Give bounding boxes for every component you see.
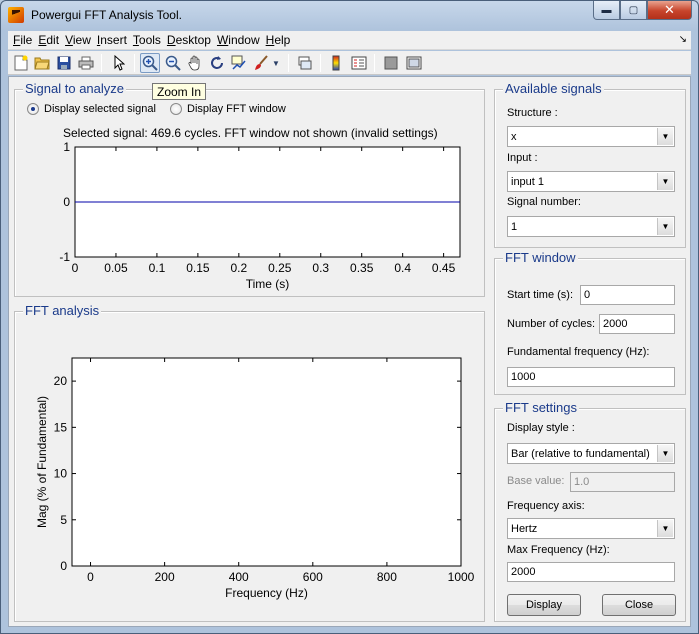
x-tick-label: 1000 xyxy=(448,570,475,584)
input-value: input 1 xyxy=(511,176,545,188)
plot-area xyxy=(71,357,462,567)
fft-window-panel: FFT window Start time (s): 0 Number of c… xyxy=(494,250,686,395)
new-file-icon[interactable] xyxy=(11,53,31,73)
window-title: Powergui FFT Analysis Tool. xyxy=(31,8,182,22)
toolbar: ▼ xyxy=(8,51,691,75)
x-tick-label: 600 xyxy=(303,570,323,584)
menu-edit[interactable]: Edit xyxy=(36,33,63,47)
signal-number-value: 1 xyxy=(511,221,518,233)
y-tick-label: 0 xyxy=(60,559,67,573)
maximize-button[interactable]: ▢ xyxy=(620,1,647,20)
display-style-value: Bar (relative to fundamental) xyxy=(511,448,650,460)
pointer-icon[interactable] xyxy=(109,53,129,73)
chevron-down-icon[interactable]: ▼ xyxy=(657,445,673,462)
x-tick-label: 400 xyxy=(229,570,249,584)
x-tick-label: 800 xyxy=(377,570,397,584)
zoom-in-icon[interactable] xyxy=(140,53,160,73)
menu-window[interactable]: Window xyxy=(215,33,264,47)
chevron-down-icon[interactable]: ▼ xyxy=(657,128,673,145)
input-label: Input : xyxy=(507,152,538,164)
x-axis-label: Frequency (Hz) xyxy=(225,586,308,600)
cycles-input[interactable]: 2000 xyxy=(599,314,675,334)
matlab-icon xyxy=(8,7,24,23)
title-bar[interactable]: Powergui FFT Analysis Tool. ▬ ▢ ✕ xyxy=(1,1,698,31)
menu-help[interactable]: Help xyxy=(264,33,295,47)
y-tick-label: 5 xyxy=(60,513,67,527)
display-style-label: Display style : xyxy=(507,422,575,434)
signal-number-select[interactable]: 1 ▼ xyxy=(507,216,675,237)
data-cursor-icon[interactable] xyxy=(229,53,249,73)
input-select[interactable]: input 1 ▼ xyxy=(507,171,675,192)
frequency-axis-label: Frequency axis: xyxy=(507,500,585,512)
max-frequency-input[interactable]: 2000 xyxy=(507,562,675,582)
app-window: Powergui FFT Analysis Tool. ▬ ▢ ✕ File E… xyxy=(0,0,699,634)
base-value-label: Base value: xyxy=(507,475,565,487)
rotate-icon[interactable] xyxy=(207,53,227,73)
menu-bar: File Edit View Insert Tools Desktop Wind… xyxy=(8,31,691,50)
frequency-axis-select[interactable]: Hertz ▼ xyxy=(507,518,675,539)
legend-icon[interactable] xyxy=(349,53,369,73)
menu-view[interactable]: View xyxy=(63,33,95,47)
y-axis-label: Mag (% of Fundamental) xyxy=(35,396,49,528)
print-icon[interactable] xyxy=(76,53,96,73)
menu-file[interactable]: File xyxy=(11,33,36,47)
brush-icon[interactable] xyxy=(251,53,271,73)
y-tick-label: 20 xyxy=(54,374,68,388)
brush-dropdown-icon[interactable]: ▼ xyxy=(271,53,281,73)
fft-settings-title: FFT settings xyxy=(503,400,580,415)
hide-plot-tools-icon[interactable] xyxy=(381,53,401,73)
y-tick-label: 15 xyxy=(54,420,68,434)
menu-insert[interactable]: Insert xyxy=(95,33,131,47)
close-button[interactable]: Close xyxy=(602,594,676,616)
available-signals-panel: Available signals Structure : x ▼ Input … xyxy=(494,81,686,248)
structure-value: x xyxy=(511,131,517,143)
base-value-input: 1.0 xyxy=(570,472,675,492)
display-style-select[interactable]: Bar (relative to fundamental) ▼ xyxy=(507,443,675,464)
minimize-button[interactable]: ▬ xyxy=(593,1,620,20)
show-plot-tools-icon[interactable] xyxy=(404,53,424,73)
zoom-out-icon[interactable] xyxy=(163,53,183,73)
open-folder-icon[interactable] xyxy=(32,53,52,73)
max-frequency-label: Max Frequency (Hz): xyxy=(507,544,610,556)
x-tick-label: 200 xyxy=(155,570,175,584)
fundamental-input[interactable]: 1000 xyxy=(507,367,675,387)
structure-select[interactable]: x ▼ xyxy=(507,126,675,147)
pan-icon[interactable] xyxy=(185,53,205,73)
signal-number-label: Signal number: xyxy=(507,196,581,208)
save-icon[interactable] xyxy=(54,53,74,73)
start-time-label: Start time (s): xyxy=(507,289,574,301)
link-icon[interactable] xyxy=(295,53,315,73)
menu-desktop[interactable]: Desktop xyxy=(165,33,215,47)
frequency-axis-value: Hertz xyxy=(511,523,538,535)
colorbar-icon[interactable] xyxy=(326,53,346,73)
zoom-in-tooltip: Zoom In xyxy=(152,83,207,100)
x-tick-label: 0 xyxy=(87,570,94,584)
display-button[interactable]: Display xyxy=(507,594,581,616)
menu-overflow-icon[interactable]: ↘ xyxy=(679,34,687,45)
chevron-down-icon[interactable]: ▼ xyxy=(657,173,673,190)
fft-axes[interactable]: 0 200 400 600 800 1000 0 5 10 15 20 Frequency (Hz) M… xyxy=(9,77,490,627)
client-area: Signal to analyze Display selected signa… xyxy=(8,76,691,627)
available-signals-title: Available signals xyxy=(503,81,604,96)
fundamental-label: Fundamental frequency (Hz): xyxy=(507,346,650,358)
close-window-button[interactable]: ✕ xyxy=(647,1,692,20)
chevron-down-icon[interactable]: ▼ xyxy=(657,218,673,235)
structure-label: Structure : xyxy=(507,107,558,119)
chevron-down-icon[interactable]: ▼ xyxy=(657,520,673,537)
fft-settings-panel: FFT settings Display style : Bar (relati… xyxy=(494,400,686,622)
fft-window-title: FFT window xyxy=(503,250,578,265)
menu-tools[interactable]: Tools xyxy=(131,33,165,47)
start-time-input[interactable]: 0 xyxy=(580,285,675,305)
y-tick-label: 10 xyxy=(54,467,68,481)
cycles-label: Number of cycles: xyxy=(507,318,596,330)
